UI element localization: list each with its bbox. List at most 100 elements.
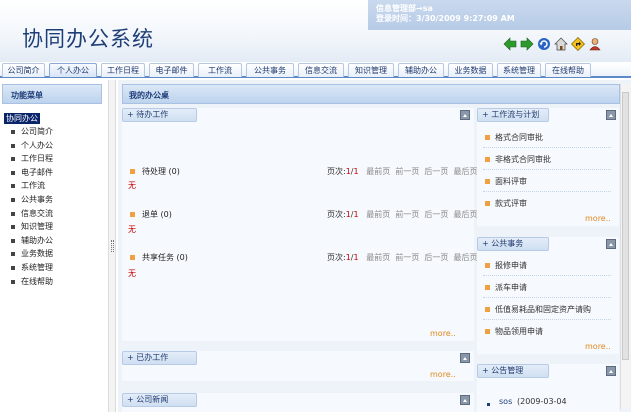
bullet-icon: [11, 252, 15, 257]
more-link[interactable]: more..: [585, 342, 611, 351]
workflow-item[interactable]: 款式评审: [495, 198, 527, 209]
sidebar-item-business-data[interactable]: 业务数据: [4, 247, 53, 261]
done-portlet: + 已办工作 more..: [122, 351, 474, 381]
public-item[interactable]: 低值易耗品和固定资产请购: [495, 304, 591, 315]
sidebar-item-label: 知识管理: [21, 222, 53, 232]
sidebar-item-knowledge[interactable]: 知识管理: [4, 220, 53, 234]
notice-portlet: + 公告管理 sos (2009-03-04: [477, 364, 619, 412]
tab-online-help[interactable]: 在线帮助: [545, 63, 591, 77]
pager: 页次:1/1 最前页 前一页 后一页 最后页: [327, 252, 478, 263]
more-link[interactable]: more..: [430, 370, 456, 379]
refresh-icon[interactable]: [537, 37, 551, 51]
last-page-link[interactable]: 最后页: [454, 253, 478, 262]
sidebar-item-assist-office[interactable]: 辅助办公: [4, 234, 53, 248]
sidebar-item-public-affairs[interactable]: 公共事务: [4, 193, 53, 207]
tab-public-affairs[interactable]: 公共事务: [246, 63, 294, 77]
collapse-icon[interactable]: [460, 395, 470, 405]
sidebar-item-label: 业务数据: [21, 249, 53, 259]
page-label: 页次:: [327, 167, 346, 176]
next-page-link[interactable]: 后一页: [424, 167, 448, 176]
tab-assist-office[interactable]: 辅助办公: [398, 63, 444, 77]
shared-task-label[interactable]: 共享任务 (0): [142, 252, 188, 263]
tab-schedule[interactable]: 工作日程: [101, 63, 145, 77]
bullet-square-icon: [485, 329, 490, 334]
collapse-icon[interactable]: [606, 366, 616, 376]
public-item[interactable]: 报修申请: [495, 260, 527, 271]
more-link[interactable]: more..: [585, 214, 611, 223]
collapse-icon[interactable]: [606, 239, 616, 249]
public-item[interactable]: 派车申请: [495, 282, 527, 293]
done-header[interactable]: + 已办工作: [122, 351, 197, 365]
public-item[interactable]: 物品领用申请: [495, 326, 543, 337]
last-page-link[interactable]: 最后页: [454, 210, 478, 219]
news-header[interactable]: + 公司新闻: [122, 393, 197, 407]
next-page-link[interactable]: 后一页: [424, 253, 448, 262]
first-page-link[interactable]: 最前页: [366, 210, 390, 219]
prev-page-link[interactable]: 前一页: [395, 210, 419, 219]
directions-icon[interactable]: [571, 37, 585, 51]
tab-system-admin[interactable]: 系统管理: [497, 63, 541, 77]
workflow-item[interactable]: 格式合同审批: [495, 132, 543, 143]
vertical-scrollbar[interactable]: [620, 84, 630, 409]
sidebar-item-workflow[interactable]: 工作流: [4, 179, 53, 193]
workflow-header[interactable]: + 工作流与计划: [477, 108, 549, 122]
workflow-item[interactable]: 面料评审: [495, 176, 527, 187]
notice-title[interactable]: sos: [499, 397, 512, 406]
sidebar-item-personal-office[interactable]: 个人办公: [4, 139, 53, 153]
tab-business-data[interactable]: 业务数据: [448, 63, 493, 77]
tab-company-intro[interactable]: 公司简介: [2, 63, 45, 77]
sidebar-item-info-exchange[interactable]: 信息交流: [4, 207, 53, 221]
first-page-link[interactable]: 最前页: [366, 253, 390, 262]
next-page-link[interactable]: 后一页: [424, 210, 448, 219]
prev-page-link[interactable]: 前一页: [395, 253, 419, 262]
back-arrow-icon[interactable]: [503, 37, 517, 51]
bullet-square-icon: [130, 255, 135, 260]
splitter-grip-icon[interactable]: [111, 240, 114, 252]
login-time: 登录时间：3/30/2009 9:27:09 AM: [376, 14, 515, 23]
empty-text: 无: [128, 225, 136, 234]
collapse-icon[interactable]: [606, 110, 616, 120]
forward-arrow-icon[interactable]: [520, 37, 534, 51]
page-total: 1: [353, 253, 359, 262]
sidebar-item-online-help[interactable]: 在线帮助: [4, 275, 53, 289]
bullet-icon: [11, 211, 15, 216]
sidebar: 功能菜单 协同办公 公司简介 个人办公 工作日程 电子邮件 工作流 公共事务 信…: [0, 80, 104, 412]
tab-info-exchange[interactable]: 信息交流: [298, 63, 344, 77]
sidebar-item-label: 电子邮件: [21, 167, 53, 177]
bullet-square-icon: [485, 135, 490, 140]
last-page-link[interactable]: 最后页: [454, 167, 478, 176]
sidebar-item-company-intro[interactable]: 公司简介: [4, 125, 53, 139]
empty-text: 无: [128, 269, 136, 278]
tab-knowledge[interactable]: 知识管理: [348, 63, 394, 77]
tree-root[interactable]: 协同办公: [4, 113, 40, 124]
tab-email[interactable]: 电子邮件: [149, 63, 194, 77]
todo-header[interactable]: + 待办工作: [122, 108, 197, 122]
user-icon[interactable]: [588, 37, 602, 51]
pane-splitter[interactable]: [108, 80, 116, 412]
public-affairs-header[interactable]: + 公共事务: [477, 237, 549, 251]
first-page-link[interactable]: 最前页: [366, 167, 390, 176]
workflow-item[interactable]: 非格式合同审批: [495, 154, 551, 165]
sidebar-item-label: 公共事务: [21, 194, 53, 204]
bullet-square-icon: [130, 169, 135, 174]
bullet-icon: [11, 130, 15, 134]
sidebar-item-schedule[interactable]: 工作日程: [4, 152, 53, 166]
home-icon[interactable]: [554, 37, 568, 51]
tab-workflow[interactable]: 工作流: [198, 63, 242, 77]
prev-page-link[interactable]: 前一页: [395, 167, 419, 176]
divider: [483, 319, 611, 320]
notice-header[interactable]: + 公告管理: [477, 364, 549, 378]
collapse-icon[interactable]: [460, 110, 470, 120]
sidebar-item-email[interactable]: 电子邮件: [4, 166, 53, 180]
divider: [483, 191, 611, 192]
scroll-thumb[interactable]: [622, 92, 629, 360]
more-link[interactable]: more..: [430, 329, 456, 338]
tab-personal-office[interactable]: 个人办公: [49, 63, 97, 77]
bullet-square-icon: [485, 179, 490, 184]
pending-label[interactable]: 待处理 (0): [142, 166, 180, 177]
sidebar-item-system-admin[interactable]: 系统管理: [4, 261, 53, 275]
returned-label[interactable]: 退单 (0): [142, 209, 172, 220]
function-tree: 协同办公 公司简介 个人办公 工作日程 电子邮件 工作流 公共事务 信息交流 知…: [4, 113, 53, 288]
bullet-icon: [11, 265, 15, 270]
collapse-icon[interactable]: [460, 353, 470, 363]
